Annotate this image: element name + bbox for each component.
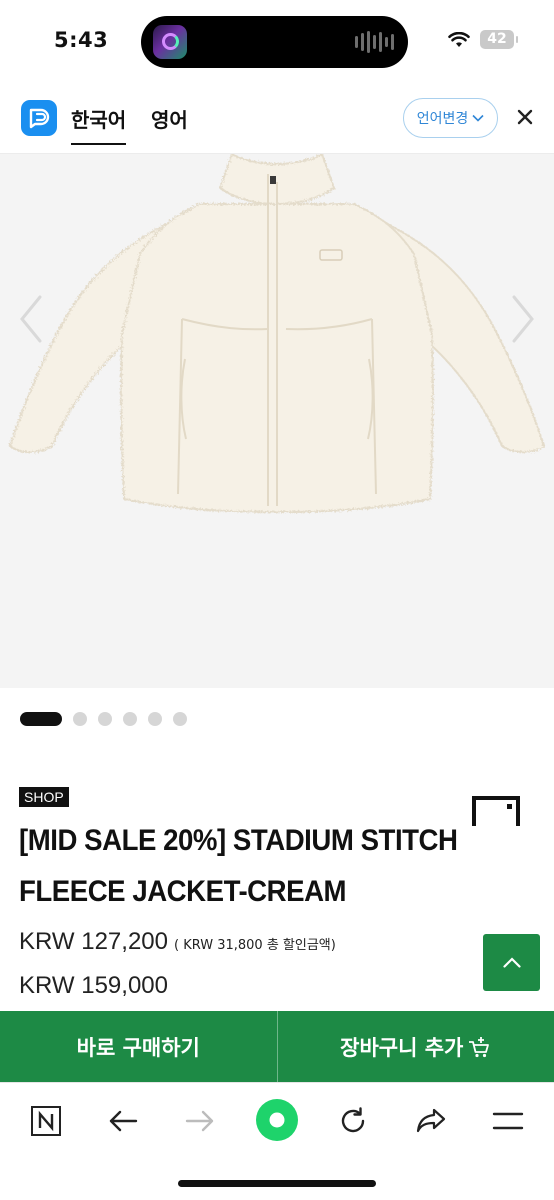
naver-n-icon[interactable] [26,1101,66,1141]
language-change-button[interactable]: 언어변경 [403,98,498,138]
original-price: KRW 159,000 [19,972,168,999]
product-image-gallery[interactable] [0,154,554,688]
language-bar: 한국어 영어 언어변경 [0,86,554,154]
forward-arrow-icon[interactable] [180,1101,220,1141]
dynamic-island[interactable] [141,16,408,68]
pagination-dot[interactable] [173,712,187,726]
next-image-arrow-icon[interactable] [510,294,536,344]
gallery-pagination [20,712,187,726]
sale-price-row: KRW 127,200 ( KRW 31,800 총 할인금액) [19,928,336,956]
product-title: [MID SALE 20%] STADIUM STITCH FLEECE JAC… [19,824,458,908]
menu-icon[interactable] [488,1101,528,1141]
audio-waveform-icon [355,31,394,53]
now-playing-app-icon [153,25,187,59]
chevron-up-icon [502,957,521,968]
back-arrow-icon[interactable] [103,1101,143,1141]
shop-badge: SHOP [19,787,69,807]
previous-image-arrow-icon[interactable] [18,294,44,344]
wifi-icon [448,31,470,47]
share-icon[interactable] [411,1101,451,1141]
battery-level: 42 [487,31,507,47]
chevron-down-icon [472,114,484,122]
reload-icon[interactable] [333,1101,373,1141]
sale-price: KRW 127,200 [19,928,168,955]
language-change-label: 언어변경 [416,111,469,127]
cart-plus-icon [469,1036,490,1057]
pagination-dot[interactable] [98,712,112,726]
tab-english[interactable]: 영어 [151,104,188,133]
add-to-cart-button[interactable]: 장바구니 추가 [278,1011,554,1082]
buy-now-label: 바로 구매하기 [76,1035,200,1060]
close-icon[interactable] [514,106,536,128]
add-to-cart-label: 장바구니 추가 [340,1035,464,1060]
home-indicator[interactable] [178,1180,376,1187]
scroll-to-top-button[interactable] [483,934,540,991]
buy-now-button[interactable]: 바로 구매하기 [0,1011,277,1082]
discount-note: ( KRW 31,800 총 할인금액) [173,938,336,953]
product-image [8,154,546,514]
pagination-dot[interactable] [148,712,162,726]
battery-icon: 42 [480,30,518,49]
status-bar: 5:43 42 [0,0,554,86]
translate-app-logo-icon [21,100,57,136]
status-icons: 42 [448,30,518,49]
bookmark-icon[interactable] [472,796,520,826]
green-home-icon[interactable] [254,1097,300,1143]
purchase-bar: 바로 구매하기 장바구니 추가 [0,1011,554,1082]
pagination-dot[interactable] [73,712,87,726]
tab-korean[interactable]: 한국어 [71,104,127,145]
status-time: 5:43 [54,28,109,52]
pagination-dot-active[interactable] [20,712,62,726]
pagination-dot[interactable] [123,712,137,726]
